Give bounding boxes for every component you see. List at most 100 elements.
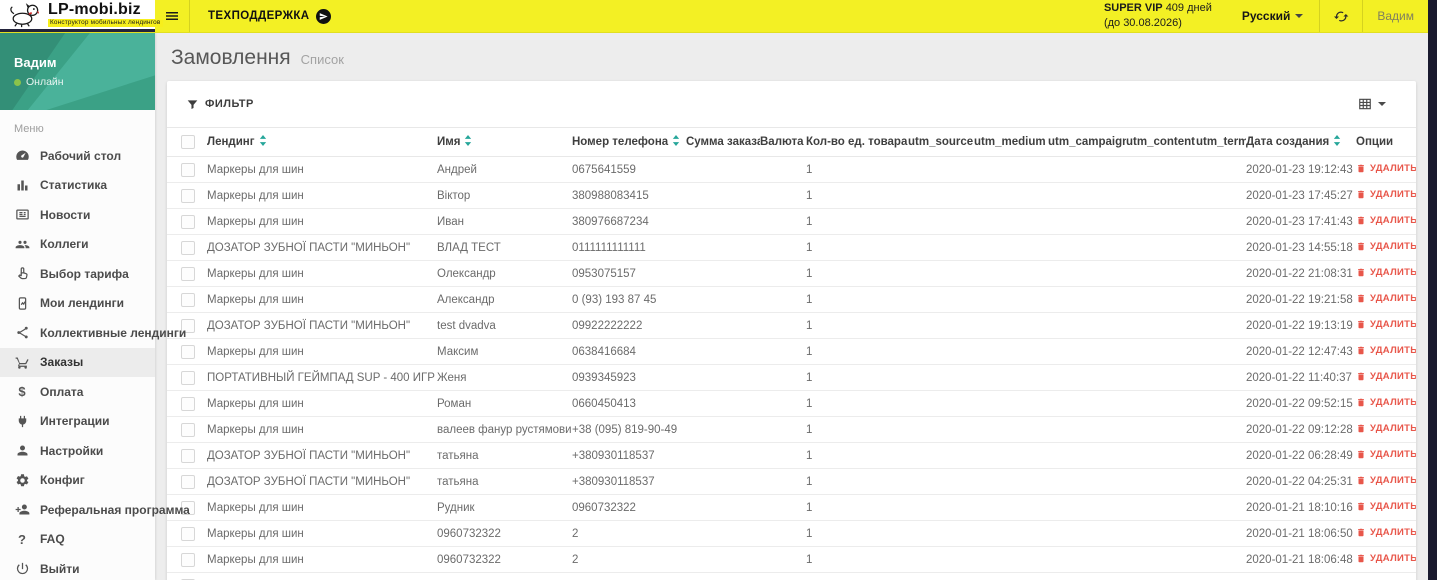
cell-utm_content: [1126, 468, 1196, 495]
delete-button[interactable]: УДАЛИТЬ: [1356, 163, 1416, 174]
row-checkbox[interactable]: [181, 448, 195, 463]
cell-landing: Маркеры для шин: [207, 520, 437, 547]
sidebar-item-config[interactable]: Конфиг: [0, 466, 155, 496]
delete-button[interactable]: УДАЛИТЬ: [1356, 449, 1416, 460]
cell-currency: [760, 390, 806, 417]
page-head: Замовлення Список: [167, 46, 1416, 70]
topbar-username[interactable]: Вадим: [1363, 0, 1428, 32]
row-checkbox[interactable]: [181, 422, 195, 437]
sidebar-item-referral[interactable]: Реферальная программа: [0, 495, 190, 525]
column-header-created[interactable]: Дата создания: [1246, 127, 1356, 157]
sidebar-item-tariff[interactable]: Выбор тарифа: [0, 259, 155, 289]
language-selector[interactable]: Русский: [1226, 0, 1320, 32]
delete-button[interactable]: УДАЛИТЬ: [1356, 371, 1416, 382]
row-checkbox[interactable]: [181, 474, 195, 489]
delete-button[interactable]: УДАЛИТЬ: [1356, 189, 1416, 200]
sidebar-item-label: Коллеги: [40, 237, 89, 252]
columns-toggle-button[interactable]: [1358, 97, 1386, 111]
cell-utm_medium: [974, 364, 1048, 391]
cell-landing: Маркеры для шин: [207, 338, 437, 365]
cell-utm_campaign: [1048, 546, 1126, 573]
column-header-landing[interactable]: Лендинг: [207, 127, 437, 157]
cell-utm_content: [1126, 338, 1196, 365]
row-checkbox[interactable]: [181, 396, 195, 411]
delete-button[interactable]: УДАЛИТЬ: [1356, 397, 1416, 408]
delete-button[interactable]: УДАЛИТЬ: [1356, 475, 1416, 486]
row-checkbox[interactable]: [181, 162, 195, 177]
row-checkbox[interactable]: [181, 292, 195, 307]
row-checkbox[interactable]: [181, 214, 195, 229]
sidebar-item-orders[interactable]: Заказы: [0, 347, 155, 377]
colleagues-icon: [14, 236, 30, 252]
orders-card: ФИЛЬТР Лендинг Имя Номер телефона Сумма зак…: [167, 81, 1416, 580]
sidebar-item-news[interactable]: Новости: [0, 200, 155, 230]
refresh-icon[interactable]: [1320, 0, 1362, 32]
sidebar-item-colleagues[interactable]: Коллеги: [0, 230, 155, 260]
sidebar-item-collective-landings[interactable]: Коллективные лендинги: [0, 318, 186, 348]
sidebar-item-integrations[interactable]: Интеграции: [0, 407, 155, 437]
row-checkbox[interactable]: [181, 370, 195, 385]
cell-phone: +380930118537: [572, 442, 686, 469]
delete-button[interactable]: УДАЛИТЬ: [1356, 527, 1416, 538]
delete-button[interactable]: УДАЛИТЬ: [1356, 215, 1416, 226]
cell-created: 2020-01-23 14:55:18: [1246, 234, 1356, 261]
cell-name: Александр: [437, 286, 572, 313]
sidebar-item-statistics[interactable]: Статистика: [0, 171, 155, 201]
scrollbar[interactable]: [1428, 0, 1437, 580]
cell-utm_campaign: [1048, 390, 1126, 417]
cell-utm_term: [1196, 208, 1246, 235]
question-icon: ?: [18, 531, 26, 547]
cell-qty: 1: [806, 260, 908, 287]
cell-landing: Маркеры для шин: [207, 390, 437, 417]
cell-phone: 0111111111111: [572, 234, 686, 261]
sidebar-item-payment[interactable]: $ Оплата: [0, 377, 155, 407]
filter-button[interactable]: ФИЛЬТР: [187, 98, 254, 110]
row-checkbox[interactable]: [181, 266, 195, 281]
table-row: Маркеры для шин Иван 380976687234 1 2020-01-…: [167, 208, 1416, 235]
support-button[interactable]: ТЕХПОДДЕРЖКА: [190, 8, 349, 24]
cell-landing: Маркеры для шин: [207, 494, 437, 521]
sidebar-item-faq[interactable]: ? FAQ: [0, 525, 155, 555]
cell-landing: ДОЗАТОР ЗУБНОЇ ПАСТИ "МИНЬОН": [207, 234, 437, 261]
brand-logo[interactable]: LP-mobi.biz Конструктор мобильных лендин…: [0, 0, 163, 32]
row-checkbox[interactable]: [181, 344, 195, 359]
delete-button[interactable]: УДАЛИТЬ: [1356, 501, 1416, 512]
row-checkbox[interactable]: [181, 188, 195, 203]
sidebar: Вадим Онлайн Меню Рабочий стол Статистика…: [0, 33, 190, 580]
cell-utm_source: [908, 572, 974, 580]
cell-utm_medium: [974, 494, 1048, 521]
delete-button[interactable]: УДАЛИТЬ: [1356, 553, 1416, 564]
delete-button[interactable]: УДАЛИТЬ: [1356, 423, 1416, 434]
plan-days: 409 дней: [1165, 2, 1212, 15]
sidebar-item-dashboard[interactable]: Рабочий стол: [0, 141, 155, 171]
delete-button[interactable]: УДАЛИТЬ: [1356, 267, 1416, 278]
cell-utm_content: [1126, 312, 1196, 339]
column-header-phone[interactable]: Номер телефона: [572, 127, 686, 157]
delete-button[interactable]: УДАЛИТЬ: [1356, 319, 1416, 330]
menu-toggle-icon[interactable]: [155, 0, 189, 32]
delete-label: УДАЛИТЬ: [1370, 370, 1416, 382]
sidebar-item-logout[interactable]: Выйти: [0, 554, 155, 580]
cell-utm_medium: [974, 390, 1048, 417]
row-checkbox[interactable]: [181, 526, 195, 541]
row-checkbox[interactable]: [181, 552, 195, 567]
select-all-checkbox[interactable]: [181, 135, 195, 149]
cell-phone: 2: [572, 546, 686, 573]
cell-created: 2020-01-22 21:08:31: [1246, 260, 1356, 287]
delete-button[interactable]: УДАЛИТЬ: [1356, 241, 1416, 252]
cell-utm_source: [908, 312, 974, 339]
cell-order_sum: [686, 338, 760, 365]
cell-phone: 0960732322: [572, 494, 686, 521]
news-icon: [14, 207, 30, 223]
sidebar-item-my-landings[interactable]: Мои лендинги: [0, 289, 155, 319]
column-header-name[interactable]: Имя: [437, 127, 572, 157]
delete-button[interactable]: УДАЛИТЬ: [1356, 293, 1416, 304]
topbar: LP-mobi.biz Конструктор мобильных лендин…: [0, 0, 1428, 33]
cell-utm_campaign: [1048, 208, 1126, 235]
row-checkbox[interactable]: [181, 240, 195, 255]
cell-utm_campaign: [1048, 468, 1126, 495]
cell-currency: [760, 156, 806, 183]
sidebar-item-settings[interactable]: Настройки: [0, 436, 155, 466]
delete-button[interactable]: УДАЛИТЬ: [1356, 345, 1416, 356]
cell-utm_medium: [974, 234, 1048, 261]
